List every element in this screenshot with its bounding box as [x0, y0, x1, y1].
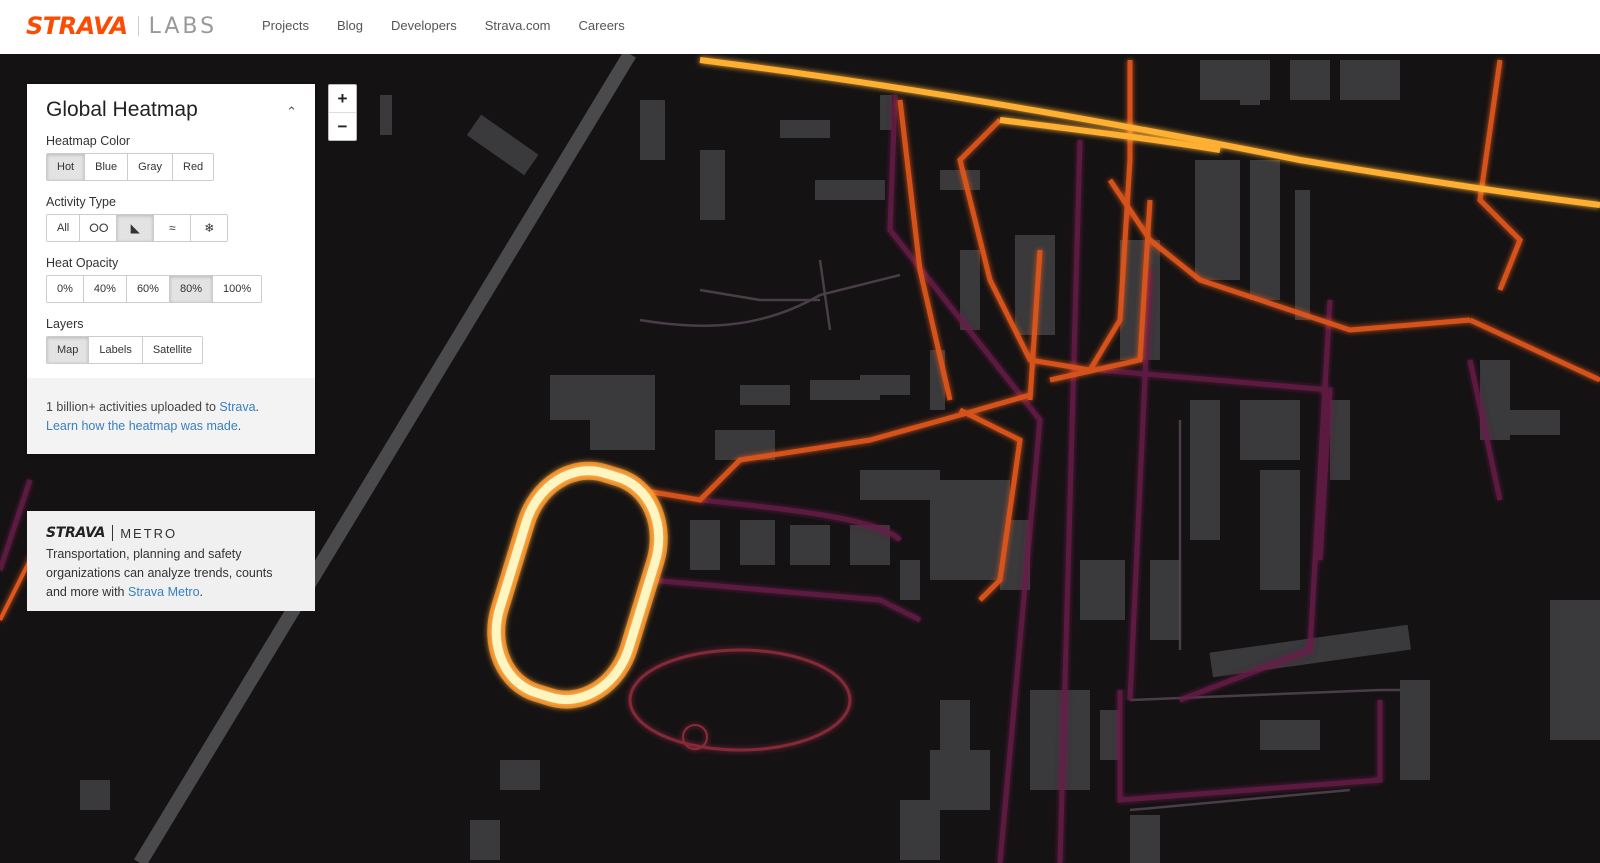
- layer-labels-button[interactable]: Labels: [89, 337, 143, 363]
- footer-period: .: [255, 400, 260, 414]
- activity-all-button[interactable]: All: [47, 215, 81, 241]
- strava-metro-link[interactable]: Strava Metro: [128, 585, 200, 599]
- metro-logo-word: METRO: [120, 525, 178, 541]
- opacity-40-button[interactable]: 40%: [83, 276, 127, 302]
- nav-link-careers[interactable]: Careers: [579, 18, 625, 33]
- bike-icon[interactable]: ⭘⭘: [80, 215, 118, 241]
- zoom-in-button[interactable]: +: [329, 85, 356, 113]
- logo-labs-text: LABS: [148, 13, 218, 39]
- opacity-0-button[interactable]: 0%: [47, 276, 84, 302]
- panel-footer: 1 billion+ activities uploaded to Strava…: [27, 378, 315, 454]
- strava-labs-logo[interactable]: STRAVA LABS: [26, 12, 217, 40]
- logo-strava-text: STRAVA: [26, 12, 128, 40]
- logo-divider: [137, 16, 139, 36]
- main-nav: Projects Blog Developers Strava.com Care…: [262, 18, 653, 33]
- layers-group: Map Labels Satellite: [46, 336, 203, 364]
- winter-icon[interactable]: ❄: [191, 215, 228, 241]
- opacity-80-button[interactable]: 80%: [169, 276, 213, 302]
- heat-opacity-group: 0% 40% 60% 80% 100%: [46, 275, 263, 303]
- opacity-100-button[interactable]: 100%: [213, 276, 262, 302]
- metro-logo-divider: [112, 525, 114, 541]
- heat-opacity-section: Heat Opacity 0% 40% 60% 80% 100%: [27, 256, 315, 303]
- layers-label: Layers: [46, 317, 84, 331]
- layer-satellite-button[interactable]: Satellite: [142, 337, 202, 363]
- metro-description: Transportation, planning and safety orga…: [46, 545, 296, 602]
- heatmap-color-section: Heatmap Color Hot Blue Gray Red: [27, 134, 315, 181]
- strava-metro-promo: STRAVA METRO Transportation, planning an…: [27, 511, 315, 611]
- panel-title: Global Heatmap: [46, 98, 198, 121]
- run-shoe-icon[interactable]: ◣: [117, 215, 155, 241]
- activities-count-text: 1 billion+ activities uploaded to: [46, 400, 220, 414]
- layer-map-button[interactable]: Map: [47, 337, 90, 363]
- nav-link-strava-com[interactable]: Strava.com: [485, 18, 551, 33]
- nav-link-developers[interactable]: Developers: [391, 18, 457, 33]
- heat-opacity-label: Heat Opacity: [46, 256, 119, 270]
- opacity-60-button[interactable]: 60%: [126, 276, 170, 302]
- activity-type-section: Activity Type All ⭘⭘ ◣ ≈ ❄: [27, 195, 315, 242]
- top-navbar: STRAVA LABS Projects Blog Developers Str…: [0, 0, 1600, 54]
- color-blue-button[interactable]: Blue: [85, 154, 129, 180]
- chevron-up-icon[interactable]: ⌃: [286, 104, 297, 120]
- color-gray-button[interactable]: Gray: [128, 154, 173, 180]
- learn-heatmap-link[interactable]: Learn how the heatmap was made: [46, 419, 238, 433]
- color-hot-button[interactable]: Hot: [47, 154, 86, 180]
- heat-track-loop: [487, 461, 852, 752]
- activity-type-label: Activity Type: [46, 195, 116, 209]
- nav-link-projects[interactable]: Projects: [262, 18, 309, 33]
- water-icon[interactable]: ≈: [154, 215, 192, 241]
- footer-period-2: .: [237, 419, 242, 433]
- metro-period: .: [199, 585, 204, 599]
- strava-metro-logo[interactable]: STRAVA METRO: [46, 525, 296, 541]
- layers-section: Layers Map Labels Satellite: [27, 317, 315, 364]
- zoom-control: + −: [328, 84, 357, 141]
- zoom-out-button[interactable]: −: [329, 113, 356, 140]
- color-red-button[interactable]: Red: [173, 154, 214, 180]
- heatmap-color-group: Hot Blue Gray Red: [46, 153, 215, 181]
- strava-link[interactable]: Strava: [219, 400, 255, 414]
- nav-link-blog[interactable]: Blog: [337, 18, 363, 33]
- metro-logo-strava: STRAVA: [46, 525, 106, 541]
- activity-type-group: All ⭘⭘ ◣ ≈ ❄: [46, 214, 229, 242]
- global-heatmap-panel: Global Heatmap ⌃ Heatmap Color Hot Blue …: [27, 84, 315, 454]
- heatmap-color-label: Heatmap Color: [46, 134, 131, 148]
